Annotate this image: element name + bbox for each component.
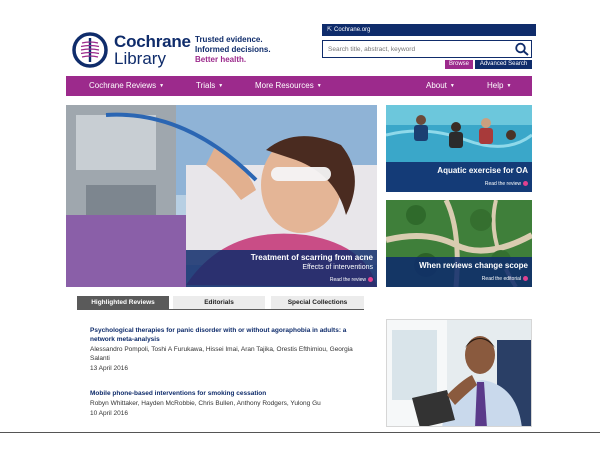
side-card-link-label: Read the editorial (481, 276, 521, 282)
logo-word-library: Library (114, 49, 166, 68)
nav-label: Trials (196, 81, 216, 90)
hero-title: Treatment of scarring from acne (250, 253, 373, 262)
tab-editorials[interactable]: Editorials (173, 296, 265, 309)
caret-down-icon: ▼ (316, 83, 322, 89)
man-with-tablet-image (387, 320, 531, 426)
article-date: 13 April 2016 (90, 365, 128, 372)
list-item: Psychological therapies for panic disord… (90, 326, 370, 373)
tab-highlighted-reviews[interactable]: Highlighted Reviews (77, 296, 169, 309)
main-nav: Cochrane Reviews ▼ Trials ▼ More Resources… (66, 76, 532, 96)
article-date: 10 April 2016 (90, 410, 128, 417)
caret-down-icon: ▼ (506, 83, 512, 89)
caret-down-icon: ▼ (159, 83, 165, 89)
content-tabs: Highlighted Reviews Editorials Special C… (77, 296, 364, 309)
cochrane-org-label: Cochrane.org (334, 27, 371, 33)
page-divider (0, 432, 600, 433)
nav-trials[interactable]: Trials ▼ (196, 76, 223, 96)
tab-underline (77, 309, 364, 310)
side-card-link[interactable]: Read the review (485, 181, 528, 187)
article-title[interactable]: Mobile phone-based interventions for smo… (90, 389, 370, 398)
nav-more-resources[interactable]: More Resources ▼ (255, 76, 322, 96)
article-authors: Alessandro Pompoli, Toshi A Furukawa, Hi… (90, 346, 353, 362)
side-card-link-label: Read the review (484, 181, 521, 187)
article-authors: Robyn Whittaker, Hayden McRobbie, Chris … (90, 400, 321, 407)
cochrane-logo[interactable]: Cochrane Library (72, 32, 191, 68)
tagline-line-1: Trusted evidence. (195, 35, 263, 44)
hero-read-label: Read the review (329, 277, 366, 283)
side-caption: Aquatic exercise for OA Read the review (386, 162, 532, 192)
nav-label: About (426, 81, 447, 90)
cochrane-org-link[interactable]: ⇱ Cochrane.org (322, 24, 536, 36)
side-card-link[interactable]: Read the editorial (482, 276, 528, 282)
arrow-right-icon (368, 277, 373, 282)
cochrane-logo-icon (72, 32, 108, 68)
nav-about[interactable]: About ▼ (426, 76, 455, 96)
side-card-scope[interactable]: When reviews change scope Read the edito… (386, 200, 532, 287)
nav-label: Help (487, 81, 504, 90)
side-card-aquatic[interactable]: Aquatic exercise for OA Read the review (386, 105, 532, 192)
list-item: Mobile phone-based interventions for smo… (90, 389, 370, 418)
tagline: Trusted evidence. Informed decisions. Be… (195, 35, 271, 65)
arrow-right-icon (523, 276, 528, 281)
browse-button[interactable]: Browse (445, 60, 473, 69)
caret-down-icon: ▼ (218, 83, 224, 89)
side-caption: When reviews change scope Read the edito… (386, 257, 532, 287)
nav-label: Cochrane Reviews (89, 81, 157, 90)
nav-help[interactable]: Help ▼ (487, 76, 511, 96)
tagline-line-2: Informed decisions. (195, 45, 271, 54)
nav-cochrane-reviews[interactable]: Cochrane Reviews ▼ (89, 76, 164, 96)
article-title[interactable]: Psychological therapies for panic disord… (90, 326, 370, 344)
hero-caption: Treatment of scarring from acne Effects … (186, 250, 377, 287)
side-card-title: Aquatic exercise for OA (437, 166, 528, 175)
hero-subtitle: Effects of interventions (302, 264, 373, 271)
tagline-line-3: Better health. (195, 55, 247, 64)
advanced-search-button[interactable]: Advanced Search (475, 60, 532, 69)
hero-read-link[interactable]: Read the review (330, 277, 373, 283)
tab-special-collections[interactable]: Special Collections (271, 296, 364, 309)
search-icon[interactable] (514, 42, 530, 56)
side-card-title: When reviews change scope (419, 261, 528, 270)
external-link-icon: ⇱ (327, 27, 333, 33)
nav-label: More Resources (255, 81, 314, 90)
arrow-right-icon (523, 181, 528, 186)
man-with-tablet-photo[interactable] (386, 319, 532, 427)
caret-down-icon: ▼ (449, 83, 455, 89)
search-input[interactable] (322, 40, 532, 58)
